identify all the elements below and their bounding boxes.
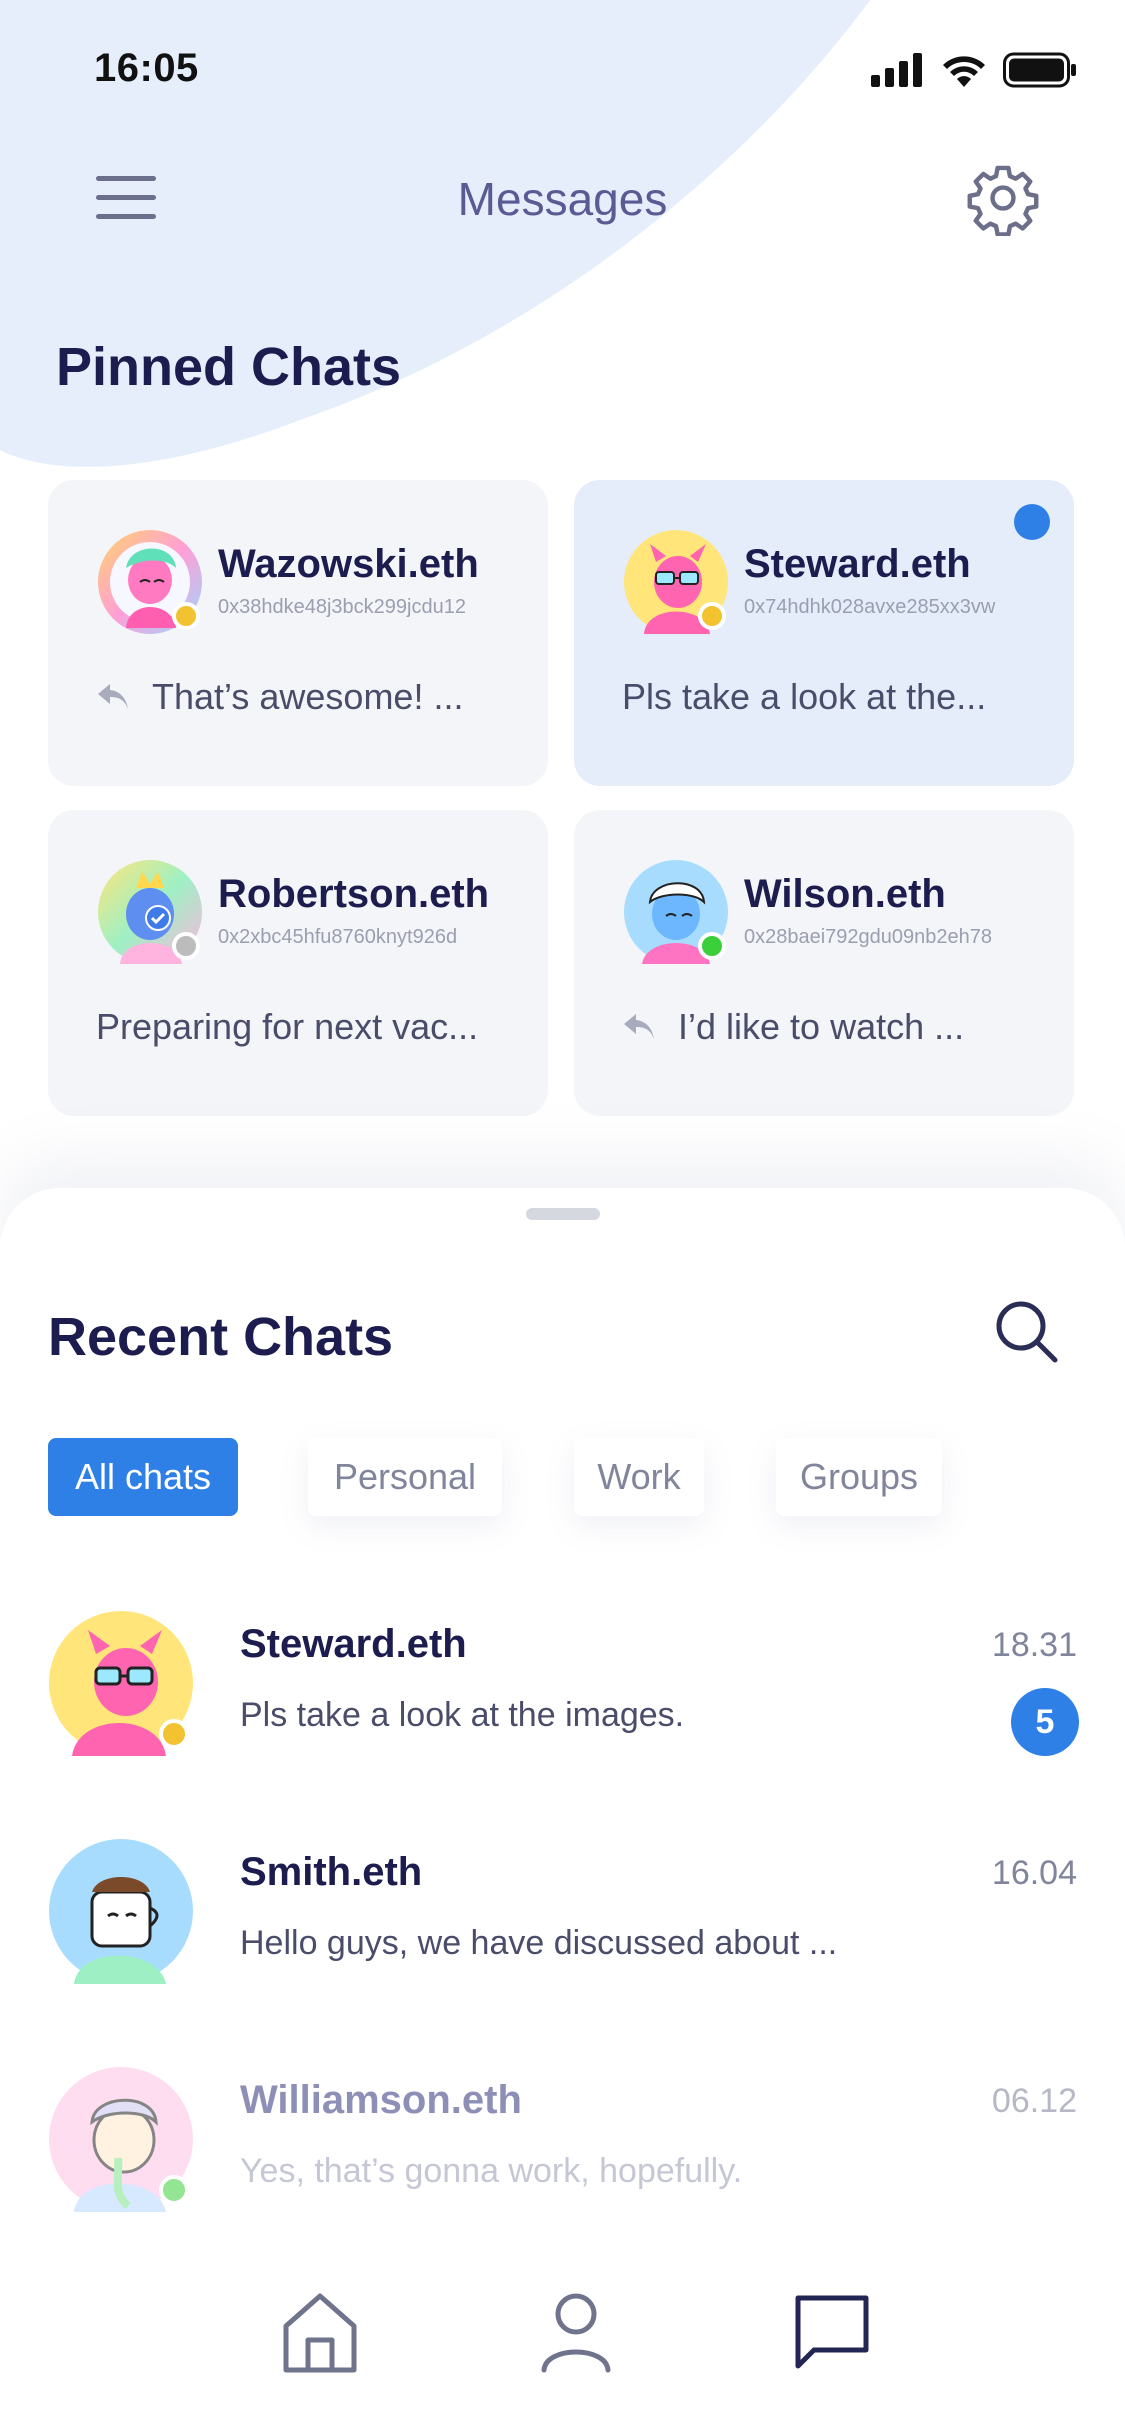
chat-name: Smith.eth bbox=[240, 1850, 423, 1894]
last-message: Hello guys, we have discussed about ... bbox=[240, 1924, 838, 1962]
avatar bbox=[98, 530, 202, 634]
wallet-address: 0x74hdhk028avxe285xx3vw bbox=[744, 596, 996, 618]
wallet-address: 0x28baei792gdu09nb2eh78 bbox=[744, 926, 993, 948]
reply-icon bbox=[98, 684, 128, 709]
tab-all-chats[interactable]: All chats bbox=[48, 1438, 238, 1516]
wallet-address: 0x2xbc45hfu8760knyt926d bbox=[218, 926, 458, 948]
preview-text: Preparing for next vac... bbox=[96, 1006, 479, 1047]
pinned-chats-title: Pinned Chats bbox=[56, 337, 402, 397]
search-icon[interactable] bbox=[991, 1296, 1061, 1366]
message-preview: I’d like to watch ... bbox=[622, 1006, 964, 1048]
avatar bbox=[624, 530, 728, 634]
chat-row[interactable]: Steward.eth Pls take a look at the image… bbox=[0, 1610, 1125, 1810]
avatar bbox=[49, 2067, 193, 2212]
tab-groups[interactable]: Groups bbox=[776, 1438, 942, 1516]
wallet-address: 0x38hdke48j3bck299jcdu12 bbox=[218, 596, 466, 618]
home-icon[interactable] bbox=[278, 2290, 362, 2374]
recent-chats-sheet: Recent Chats All chats Personal Work Gro… bbox=[0, 1188, 1125, 2436]
preview-text: That’s awesome! ... bbox=[152, 676, 464, 717]
wifi-icon bbox=[943, 56, 985, 87]
status-icons bbox=[871, 52, 1077, 88]
message-time: 18.31 bbox=[991, 1626, 1077, 1664]
unread-count-badge: 5 bbox=[1011, 1688, 1079, 1756]
battery-icon bbox=[1003, 52, 1076, 88]
avatar bbox=[49, 1611, 193, 1756]
chat-name: Robertson.eth bbox=[218, 872, 490, 916]
tab-personal[interactable]: Personal bbox=[308, 1438, 502, 1516]
bottom-navigation bbox=[0, 2290, 1125, 2436]
pinned-chat-card[interactable]: Wilson.eth 0x28baei792gdu09nb2eh78 I’d l… bbox=[574, 810, 1074, 1116]
chat-icon[interactable] bbox=[790, 2290, 874, 2374]
pinned-chat-card[interactable]: Wazowski.eth 0x38hdke48j3bck299jcdu12 Th… bbox=[48, 480, 548, 786]
message-preview: Preparing for next vac... bbox=[96, 1006, 478, 1048]
message-preview: That’s awesome! ... bbox=[96, 676, 463, 718]
message-time: 06.12 bbox=[991, 2082, 1077, 2120]
gear-icon[interactable] bbox=[965, 160, 1041, 236]
preview-text: Pls take a look at the... bbox=[622, 676, 987, 717]
chat-name: Williamson.eth bbox=[240, 2078, 522, 2122]
avatar bbox=[49, 1839, 193, 1984]
chat-name: Steward.eth bbox=[744, 542, 971, 586]
page-title: Messages bbox=[457, 173, 668, 225]
last-message: Yes, that’s gonna work, hopefully. bbox=[240, 2152, 743, 2190]
drag-handle[interactable] bbox=[526, 1208, 600, 1220]
chat-name: Steward.eth bbox=[240, 1622, 467, 1666]
preview-text: I’d like to watch ... bbox=[678, 1006, 965, 1047]
tab-work[interactable]: Work bbox=[574, 1438, 704, 1516]
unread-dot bbox=[1014, 504, 1050, 540]
last-message: Pls take a look at the images. bbox=[240, 1696, 685, 1734]
chat-name: Wilson.eth bbox=[744, 872, 946, 916]
avatar bbox=[624, 860, 728, 964]
message-time: 16.04 bbox=[991, 1854, 1077, 1892]
pinned-chat-card[interactable]: Steward.eth 0x74hdhk028avxe285xx3vw Pls … bbox=[574, 480, 1074, 786]
signal-icon bbox=[871, 53, 922, 87]
chat-name: Wazowski.eth bbox=[218, 542, 479, 586]
pinned-chat-card[interactable]: Robertson.eth 0x2xbc45hfu8760knyt926d Pr… bbox=[48, 810, 548, 1116]
message-preview: Pls take a look at the... bbox=[622, 676, 986, 718]
recent-chats-title: Recent Chats bbox=[48, 1307, 394, 1367]
reply-icon bbox=[624, 1014, 654, 1039]
avatar bbox=[98, 860, 202, 964]
profile-icon[interactable] bbox=[534, 2290, 618, 2374]
chat-row[interactable]: Williamson.eth Yes, that’s gonna work, h… bbox=[0, 2066, 1125, 2266]
chat-row[interactable]: Smith.eth Hello guys, we have discussed … bbox=[0, 1838, 1125, 2038]
status-time: 16:05 bbox=[94, 46, 199, 90]
